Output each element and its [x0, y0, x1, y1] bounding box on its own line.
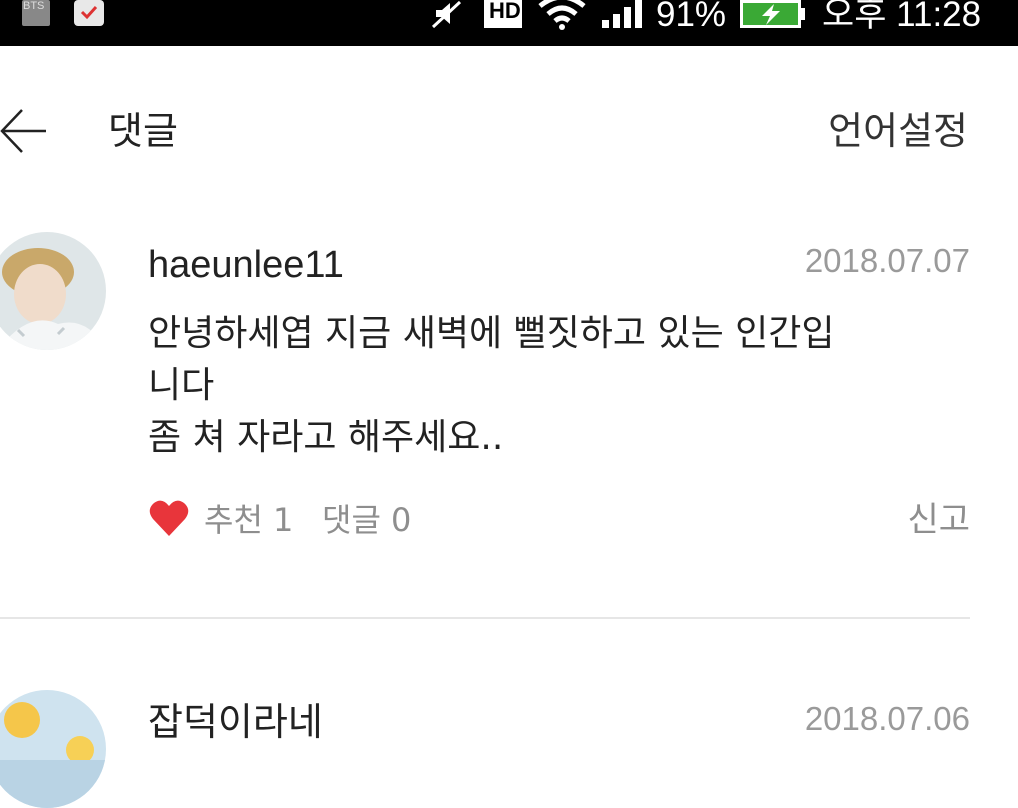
back-button[interactable] — [0, 106, 60, 156]
heart-icon[interactable] — [148, 498, 190, 540]
comment-date: 2018.07.06 — [804, 700, 970, 737]
battery-percentage: 91% — [656, 0, 727, 34]
comment-date: 2018.07.07 — [804, 242, 970, 279]
hd-voice-icon: HD — [484, 0, 522, 28]
wifi-icon — [536, 0, 588, 30]
clock: 오후 11:28 — [822, 0, 982, 34]
hd-label: HD — [489, 0, 521, 23]
like-count-button[interactable]: 추천 1 — [204, 498, 293, 542]
report-button[interactable]: 신고 — [907, 498, 970, 542]
mute-icon — [430, 0, 464, 30]
header: 댓글 언어설정 — [0, 46, 1018, 196]
notification-label: BTS — [23, 0, 45, 12]
comment-username[interactable]: haeunlee11 — [148, 240, 344, 290]
comment-actions: 추천 1 댓글 0 — [148, 498, 748, 548]
comment-item: 잡덕이라네 2018.07.06 — [0, 690, 1018, 808]
avatar[interactable] — [0, 232, 106, 350]
comment-username[interactable]: 잡덕이라네 — [148, 698, 323, 748]
arrow-left-icon — [0, 109, 46, 153]
comment-line: 좀 쳐 자라고 해주세요.. — [148, 417, 504, 458]
divider — [0, 617, 970, 619]
language-settings-button[interactable]: 언어설정 — [828, 106, 968, 156]
avatar[interactable] — [0, 690, 106, 808]
battery-charging-icon — [740, 0, 806, 28]
checklist-notification-icon — [74, 0, 104, 26]
comment-item: haeunlee11 2018.07.07 안녕하세엽 지금 새벽에 뻘짓하고 … — [0, 232, 1018, 622]
reply-count-button[interactable]: 댓글 0 — [322, 498, 411, 542]
page-title: 댓글 — [108, 109, 178, 153]
comment-body: 안녕하세엽 지금 새벽에 뻘짓하고 있는 인간입 니다 좀 쳐 자라고 해주세요… — [148, 308, 948, 464]
app-notification-icon: BTS — [22, 0, 50, 26]
comment-line: 안녕하세엽 지금 새벽에 뻘짓하고 있는 인간입 — [148, 313, 835, 354]
signal-icon — [602, 0, 646, 28]
comment-line: 니다 — [148, 365, 215, 406]
status-bar: BTS HD 91% 오후 11:28 — [0, 0, 1018, 46]
